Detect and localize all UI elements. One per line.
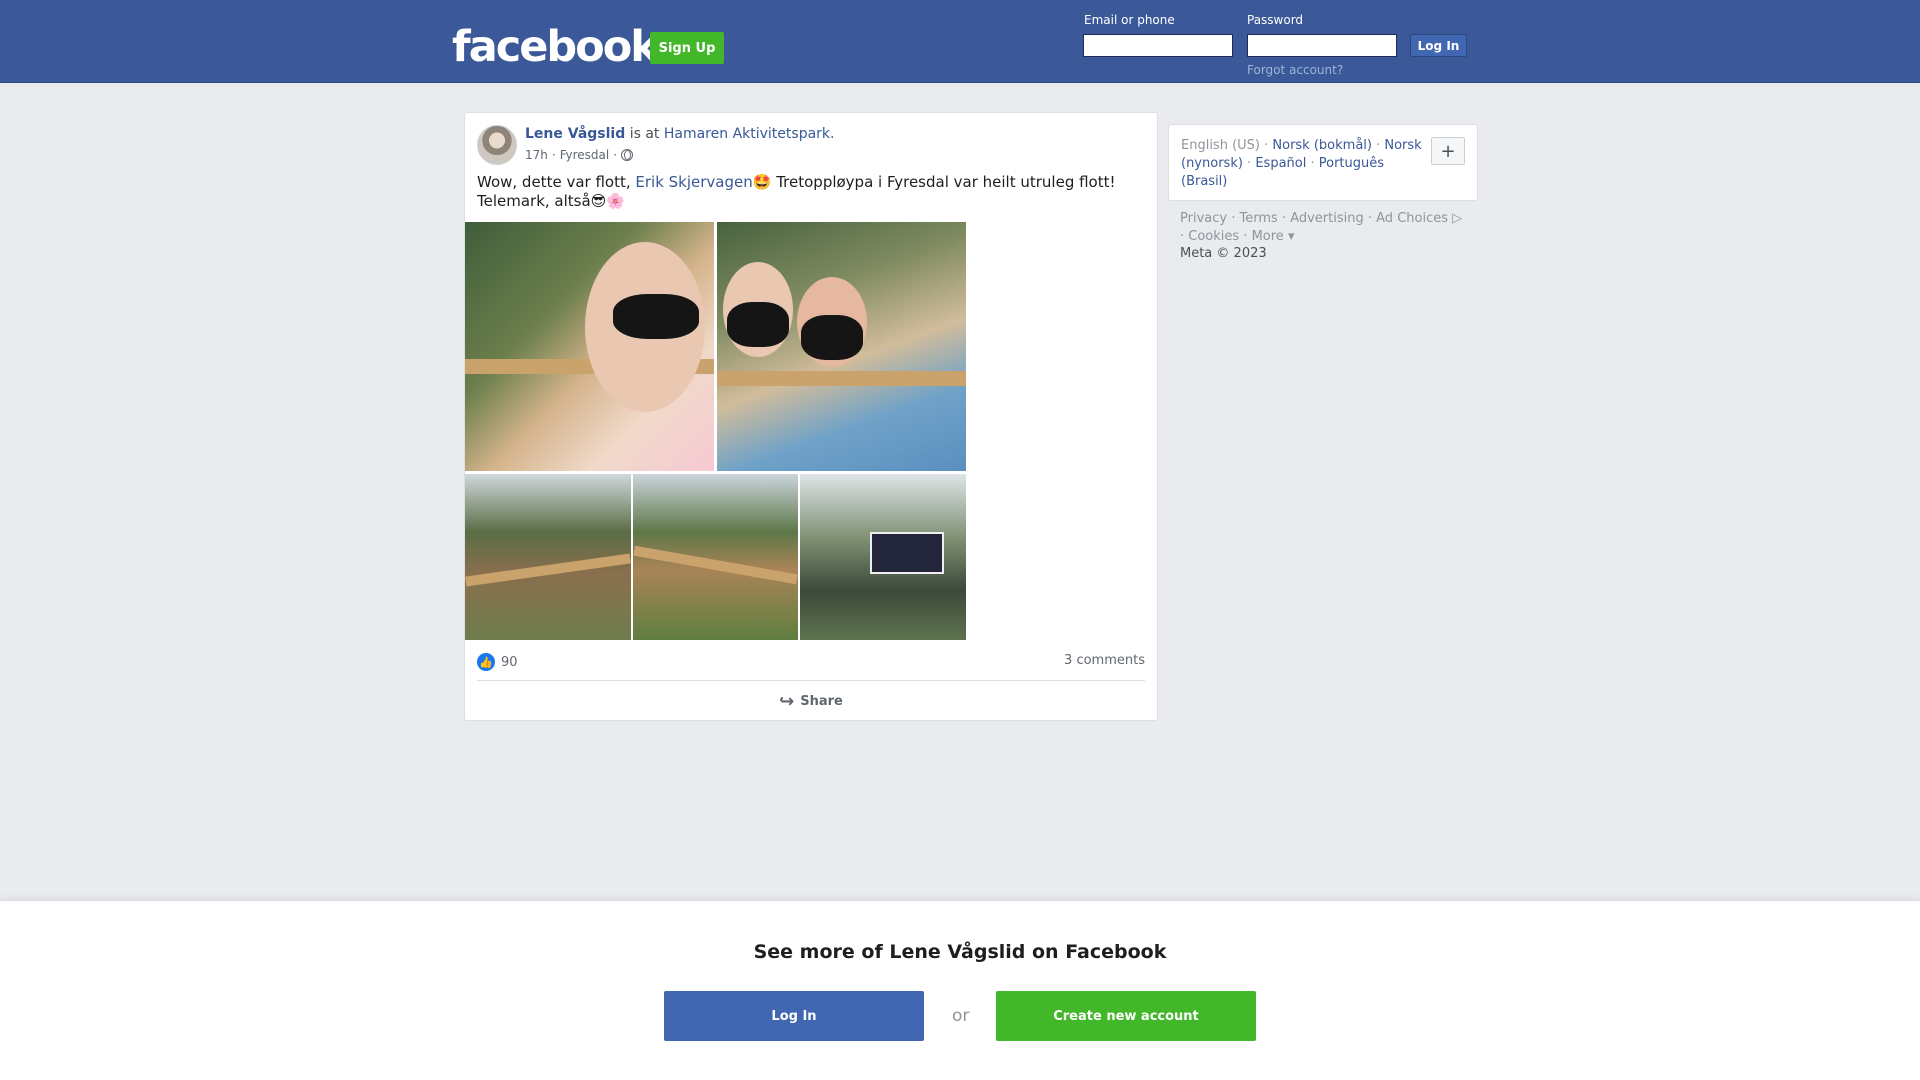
footer-link-privacy[interactable]: Privacy — [1180, 211, 1227, 226]
footer-link-ad-choices[interactable]: Ad Choices — [1376, 211, 1448, 226]
post-text-before: Wow, dette var flott, — [477, 173, 631, 191]
facebook-logo[interactable]: facebook — [452, 22, 659, 72]
like-icon: 👍 — [477, 653, 495, 671]
post-meta: 17h · Fyresdal · — [525, 148, 634, 162]
reactions-count: 90 — [501, 654, 518, 670]
post-text: Wow, dette var flott, Erik Skjervagen🤩 T… — [477, 173, 1137, 211]
photo-grid — [465, 222, 966, 640]
footer-link-advertising[interactable]: Advertising — [1290, 211, 1364, 226]
post-header: Lene Vågslid is at Hamaren Aktivitetspar… — [525, 126, 834, 142]
top-navigation-bar: facebook Sign Up Email or phone Password… — [0, 0, 1920, 83]
photo-treetop-walkway-1[interactable] — [465, 474, 631, 640]
login-prompt-banner: See more of Lene Vågslid on Facebook Log… — [0, 900, 1920, 1080]
language-link[interactable]: Norsk (bokmål) — [1272, 138, 1372, 153]
banner-log-in-button[interactable]: Log In — [664, 991, 924, 1041]
log-in-button[interactable]: Log In — [1410, 34, 1467, 57]
sign-up-button[interactable]: Sign Up — [650, 32, 724, 64]
footer-link-terms[interactable]: Terms — [1239, 211, 1277, 226]
is-at-text: is at — [629, 126, 660, 142]
create-account-button[interactable]: Create new account — [996, 991, 1256, 1041]
action-divider — [477, 680, 1145, 681]
share-label: Share — [800, 693, 843, 709]
email-field[interactable] — [1083, 34, 1233, 57]
comments-count-link[interactable]: 3 comments — [1064, 653, 1145, 668]
language-current: English (US) — [1181, 138, 1260, 153]
ad-choices-icon: ▷ — [1448, 211, 1463, 226]
language-list: English (US) · Norsk (bokmål) · Norsk (n… — [1181, 138, 1422, 189]
banner-title: See more of Lene Vågslid on Facebook — [753, 941, 1167, 963]
photo-trail-sign[interactable] — [800, 474, 966, 640]
photo-two-women[interactable] — [717, 222, 966, 471]
add-language-button[interactable]: + — [1431, 137, 1465, 165]
share-icon: ↪ — [779, 690, 795, 712]
email-label: Email or phone — [1084, 13, 1175, 27]
photo-treetop-walkway-2[interactable] — [633, 474, 798, 640]
share-button[interactable]: ↪ Share — [465, 688, 1157, 714]
post-time[interactable]: 17h — [525, 148, 548, 162]
author-avatar[interactable] — [477, 125, 517, 165]
photo-selfie-sunglasses[interactable] — [465, 222, 714, 471]
globe-icon — [621, 149, 634, 161]
author-name-link[interactable]: Lene Vågslid — [525, 126, 625, 142]
caret-down-icon: ▾ — [1283, 229, 1295, 244]
post-card: Lene Vågslid is at Hamaren Aktivitetspar… — [464, 112, 1158, 721]
password-field[interactable] — [1247, 34, 1397, 57]
copyright: Meta © 2023 — [1180, 246, 1267, 261]
post-location: Fyresdal — [559, 148, 610, 162]
language-link[interactable]: Español — [1255, 156, 1306, 171]
place-link[interactable]: Hamaren Aktivitetspark. — [664, 126, 835, 142]
language-selector: English (US) · Norsk (bokmål) · Norsk (n… — [1168, 124, 1478, 201]
footer-link-cookies[interactable]: Cookies — [1188, 229, 1239, 244]
password-label: Password — [1247, 13, 1304, 27]
reactions-summary[interactable]: 👍 90 — [477, 653, 518, 671]
footer-link-more[interactable]: More — [1252, 229, 1284, 244]
meta-separator: · — [613, 148, 618, 162]
forgot-account-link[interactable]: Forgot account? — [1247, 63, 1343, 77]
footer-links: Privacy · Terms · Advertising · Ad Choic… — [1180, 211, 1463, 244]
banner-or-text: or — [952, 1006, 970, 1026]
meta-separator: · — [551, 148, 556, 162]
mention-link[interactable]: Erik Skjervagen — [635, 173, 752, 191]
